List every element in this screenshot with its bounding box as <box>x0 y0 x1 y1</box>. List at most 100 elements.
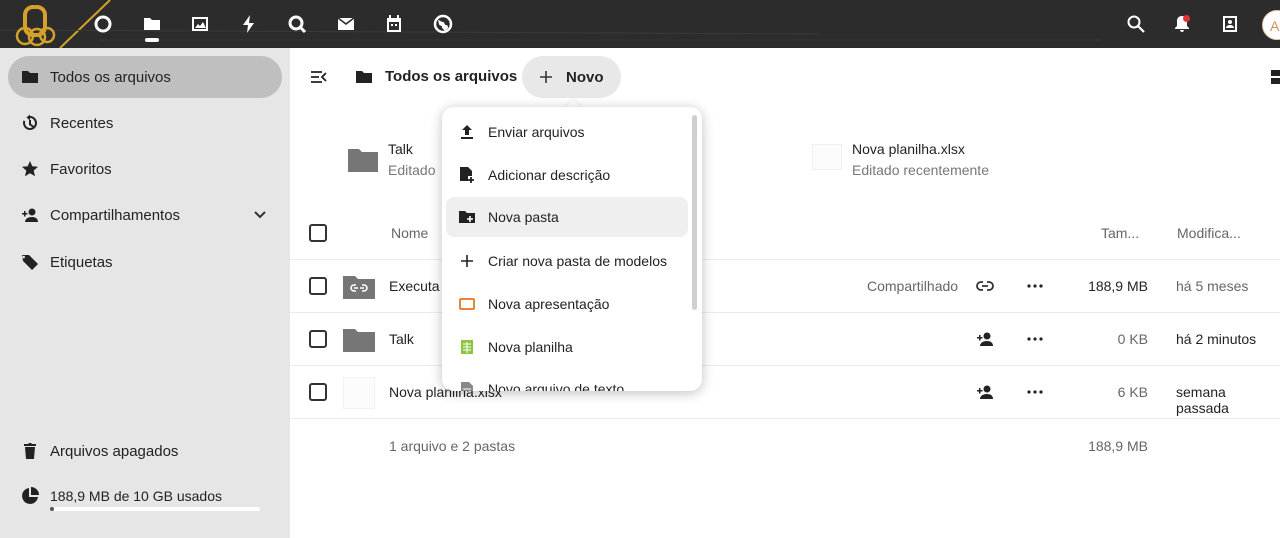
file-plus-icon <box>458 166 476 184</box>
photos-icon[interactable] <box>188 12 212 36</box>
navigation-toggle-icon[interactable] <box>310 68 328 86</box>
menu-scrollbar[interactable] <box>692 115 697 310</box>
storage-label: 188,9 MB de 10 GB usados <box>50 488 222 504</box>
menu-item-label: Novo arquivo de texto <box>488 381 625 391</box>
recent-folder-icon[interactable] <box>348 146 378 172</box>
file-size: 0 KB <box>1117 331 1148 347</box>
row-checkbox[interactable] <box>309 330 327 348</box>
folder-plus-icon <box>458 208 476 226</box>
recent-item-subtitle: Editado <box>388 162 436 178</box>
column-header-size[interactable]: Tam... <box>1101 225 1139 241</box>
menu-item-upload[interactable]: Enviar arquivos <box>446 112 688 152</box>
storage-progress-bar <box>50 507 260 511</box>
recent-file-thumbnail[interactable] <box>812 144 842 170</box>
share-link-icon[interactable] <box>976 277 994 295</box>
folder-icon <box>20 67 40 87</box>
row-checkbox[interactable] <box>309 277 327 295</box>
sidebar-item-label: Arquivos apagados <box>50 442 179 460</box>
shared-folder-icon[interactable] <box>343 273 375 299</box>
select-all-checkbox[interactable] <box>309 224 327 242</box>
folder-icon[interactable] <box>343 326 375 352</box>
menu-item-add-description[interactable]: Adicionar descrição <box>446 155 688 195</box>
top-bar: A <box>0 0 1280 48</box>
more-actions-icon[interactable] <box>1027 337 1043 341</box>
menu-item-label: Nova planilha <box>488 339 573 355</box>
sidebar-item-recentes[interactable]: Recentes <box>8 102 282 144</box>
sidebar-item-label: Todos os arquivos <box>50 68 171 86</box>
menu-item-new-spreadsheet[interactable]: Nova planilha <box>446 327 688 367</box>
more-actions-icon[interactable] <box>1027 284 1043 288</box>
row-divider <box>290 312 1280 313</box>
text-file-icon <box>458 380 476 391</box>
row-divider <box>290 259 1280 260</box>
breadcrumb-folder-icon <box>356 71 372 83</box>
upload-icon <box>458 123 476 141</box>
menu-item-templates-folder[interactable]: Criar nova pasta de modelos <box>446 241 688 281</box>
row-checkbox[interactable] <box>309 383 327 401</box>
share-user-icon <box>20 205 40 225</box>
table-summary-size: 188,9 MB <box>1088 438 1148 454</box>
chevron-down-icon[interactable] <box>252 207 268 223</box>
talk-search-bubble-icon[interactable] <box>285 12 309 36</box>
recent-item-subtitle: Editado recentemente <box>852 162 989 178</box>
mail-icon[interactable] <box>334 12 358 36</box>
file-name[interactable]: Executa <box>389 278 440 294</box>
breadcrumb[interactable]: Todos os arquivos <box>385 68 517 85</box>
main-content: Todos os arquivos Novo Talk Editado Nova… <box>290 48 1280 538</box>
menu-item-new-folder[interactable]: Nova pasta <box>446 197 688 237</box>
sidebar-item-arquivos-apagados[interactable]: Arquivos apagados <box>8 430 282 472</box>
column-header-modified[interactable]: Modifica... <box>1177 225 1241 241</box>
pie-chart-icon <box>20 486 40 506</box>
menu-item-new-text-file[interactable]: Novo arquivo de texto <box>446 369 688 391</box>
history-icon <box>20 113 40 133</box>
menu-item-label: Nova pasta <box>488 209 559 225</box>
sidebar-item-compartilhamentos[interactable]: Compartilhamentos <box>8 194 282 236</box>
menu-item-new-presentation[interactable]: Nova apresentação <box>446 284 688 324</box>
share-user-icon[interactable] <box>976 330 994 348</box>
recent-item-name[interactable]: Talk <box>388 141 413 157</box>
grid-view-icon[interactable] <box>1271 68 1280 86</box>
globe-icon[interactable] <box>431 12 455 36</box>
contacts-icon[interactable] <box>1218 12 1242 36</box>
shared-status: Compartilhado <box>867 278 959 294</box>
sidebar-item-favoritos[interactable]: Favoritos <box>8 148 282 190</box>
sidebar-item-todos-os-arquivos[interactable]: Todos os arquivos <box>8 56 282 98</box>
menu-item-label: Adicionar descrição <box>488 167 611 183</box>
notifications-bell-icon[interactable] <box>1170 12 1194 36</box>
menu-item-label: Nova apresentação <box>488 296 610 312</box>
new-menu: Enviar arquivos Adicionar descrição Nova… <box>442 107 702 391</box>
file-thumbnail[interactable] <box>343 377 375 409</box>
file-modified: há 2 minutos <box>1176 331 1257 347</box>
sidebar-item-label: Favoritos <box>50 160 112 178</box>
files-folder-icon[interactable] <box>140 12 164 36</box>
sidebar-item-label: Recentes <box>50 114 114 132</box>
new-button[interactable]: Novo <box>522 56 621 98</box>
sidebar-item-label: Etiquetas <box>50 253 113 271</box>
activity-bolt-icon[interactable] <box>237 12 261 36</box>
notification-dot <box>1183 15 1190 22</box>
row-divider <box>290 365 1280 366</box>
presentation-icon <box>458 295 476 313</box>
sidebar: Todos os arquivos Recentes Favoritos Com… <box>0 48 290 538</box>
menu-item-label: Enviar arquivos <box>488 124 585 140</box>
star-icon <box>20 159 40 179</box>
column-header-name[interactable]: Nome <box>391 225 428 241</box>
share-user-icon[interactable] <box>976 383 994 401</box>
row-divider <box>290 418 1280 419</box>
dashboard-circle-icon[interactable] <box>91 12 115 36</box>
tag-icon <box>20 252 40 272</box>
search-icon[interactable] <box>1124 12 1148 36</box>
storage-progress-fill <box>50 507 55 511</box>
more-actions-icon[interactable] <box>1027 390 1043 394</box>
file-modified: semana passada <box>1176 384 1229 416</box>
active-app-indicator <box>145 38 159 42</box>
nextcloud-logo[interactable] <box>12 3 58 47</box>
recent-item-name[interactable]: Nova planilha.xlsx <box>852 141 965 157</box>
calendar-icon[interactable] <box>382 12 406 36</box>
file-modified: há 5 meses <box>1176 278 1249 294</box>
file-size: 6 KB <box>1117 384 1148 400</box>
sidebar-item-etiquetas[interactable]: Etiquetas <box>8 241 282 283</box>
trash-icon <box>20 441 40 461</box>
sidebar-item-label: Compartilhamentos <box>50 206 181 224</box>
file-name[interactable]: Talk <box>389 331 414 347</box>
